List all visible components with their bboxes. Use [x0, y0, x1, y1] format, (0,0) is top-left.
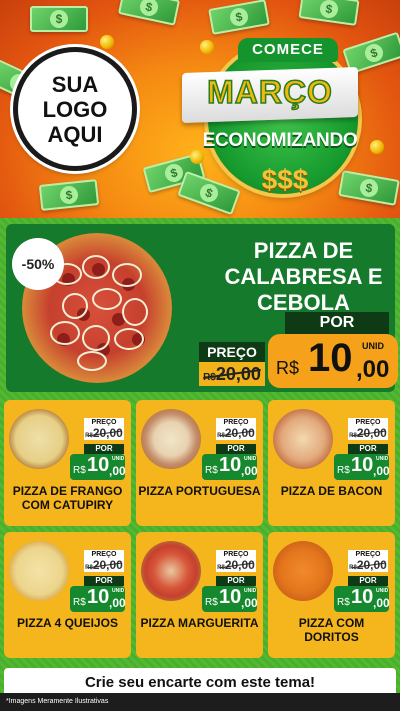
dollar-signs: $$$ [261, 164, 309, 195]
product-card: PREÇO R$20,00 POR R$UNID10,00 PIZZA COM … [268, 532, 395, 658]
new-price-label: POR [285, 312, 389, 334]
pizza-image [141, 541, 201, 601]
old-price: R$20,00 [199, 362, 265, 386]
product-card: PREÇO R$20,00 POR R$UNID10,00 PIZZA MARG… [136, 532, 263, 658]
money-bill-icon: $ [208, 0, 270, 35]
product-card: PREÇO R$20,00 POR R$UNID10,00 PIZZA PORT… [136, 400, 263, 526]
pizza-image [273, 409, 333, 469]
old-price-label: PREÇO [199, 342, 265, 362]
money-bill-icon: $ [30, 6, 88, 32]
pizza-image [273, 541, 333, 601]
footer-note: *Imagens Meramente Ilustrativas [0, 693, 400, 711]
badge-main-text: MARÇO [206, 73, 333, 111]
product-name: PIZZA COM DORITOS [298, 616, 365, 644]
logo-line: LOGO [42, 96, 108, 122]
product-card: PREÇO R$20,00 POR R$UNID10,00 PIZZA 4 QU… [4, 532, 131, 658]
money-bill-icon: $ [177, 170, 241, 216]
pizza-image [9, 409, 69, 469]
coin-icon [190, 150, 204, 164]
flyer: $ $ $ $ $ $ $ $ $ $ SUA LOGO AQUI COMECE… [0, 0, 400, 711]
logo-line: AQUI [47, 121, 103, 147]
product-name: PIZZA PORTUGUESA [138, 484, 261, 498]
coin-icon [200, 40, 214, 54]
money-bill-icon: $ [338, 170, 400, 206]
logo-line: SUA [51, 71, 99, 97]
new-price: R$ UNID 10 ,00 [268, 334, 398, 388]
featured-offer: -50% PIZZA DE CALABRESA E CEBOLA PREÇO R… [6, 224, 398, 392]
discount-badge: -50% [12, 238, 64, 290]
header-banner: $ $ $ $ $ $ $ $ $ $ SUA LOGO AQUI COMECE… [0, 0, 400, 218]
product-card: PREÇO R$20,00 POR R$UNID10,00 PIZZA DE F… [4, 400, 131, 526]
product-name: PIZZA MARGUERITA [140, 616, 259, 630]
pizza-image [9, 541, 69, 601]
product-name: PIZZA 4 QUEIJOS [17, 616, 118, 630]
product-name: PIZZA DE FRANGO COM CATUPIRY [12, 484, 123, 512]
logo-placeholder: SUA LOGO AQUI [13, 47, 137, 171]
coin-icon [370, 140, 384, 154]
badge-top-text: COMECE [238, 38, 338, 62]
coin-icon [100, 35, 114, 49]
product-card: PREÇO R$20,00 POR R$UNID10,00 PIZZA DE B… [268, 400, 395, 526]
featured-name: PIZZA DE CALABRESA E CEBOLA [224, 238, 383, 315]
money-bill-icon: $ [298, 0, 360, 26]
money-bill-icon: $ [117, 0, 181, 26]
pizza-image [141, 409, 201, 469]
offers-area: -50% PIZZA DE CALABRESA E CEBOLA PREÇO R… [0, 218, 400, 711]
product-name: PIZZA DE BACON [280, 484, 383, 498]
money-bill-icon: $ [38, 179, 100, 211]
badge-sub-text: ECONOMIZANDO [202, 130, 358, 151]
